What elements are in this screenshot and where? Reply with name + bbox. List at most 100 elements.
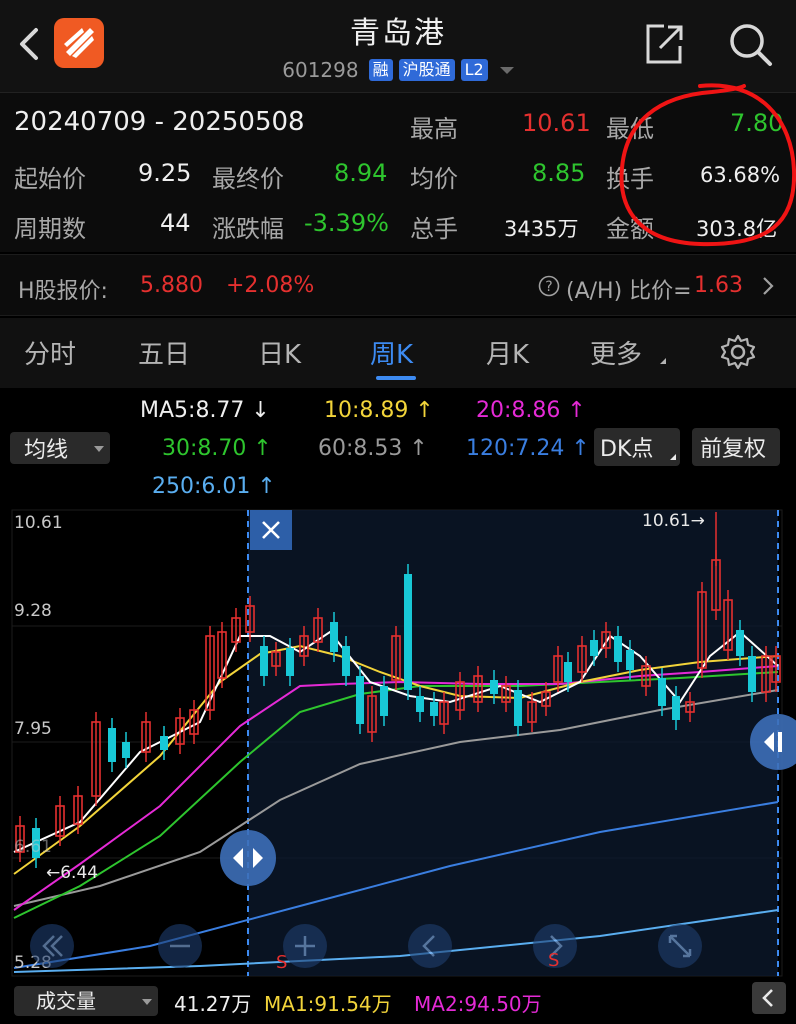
back-arrow-icon[interactable] <box>408 924 452 968</box>
sell-marker: S <box>548 950 559 971</box>
date-range: 20240709 - 20250508 <box>14 107 305 137</box>
turnover-label: 换手 <box>606 165 654 193</box>
tab-five-day[interactable]: 五日 <box>138 334 190 371</box>
stats-panel: 20240709 - 20250508 最高 10.61 最低 7.80 起始价… <box>0 92 796 252</box>
sell-marker: S <box>276 952 287 973</box>
tab-more[interactable]: 更多 <box>590 334 642 371</box>
y-label-mid2: 7.95 <box>14 719 52 739</box>
ah-ratio-label: (A/H) 比价= <box>566 279 692 304</box>
periods-value: 44 <box>160 209 191 237</box>
turnover-value: 63.68% <box>700 163 781 187</box>
ah-ratio-value: 1.63 <box>694 273 743 298</box>
chevron-down-icon <box>142 999 152 1005</box>
amount-value: 303.8亿 <box>696 217 778 241</box>
periods-label: 周期数 <box>14 215 86 243</box>
high-value: 10.61 <box>522 109 591 137</box>
tag-margin[interactable]: 融 <box>368 59 393 81</box>
close-value: 8.94 <box>334 159 388 187</box>
dk-caret-icon <box>670 454 676 460</box>
tab-daily-k[interactable]: 日K <box>258 334 301 371</box>
volume-value: 3435万 <box>504 217 579 241</box>
rewind-icon[interactable] <box>30 924 74 968</box>
left-drag-handle[interactable] <box>220 830 276 886</box>
candlestick <box>404 564 412 700</box>
ma120-label: 120:7.24 ↑ <box>466 436 590 461</box>
volume-ma2: MA2:94.50万 <box>414 992 542 1016</box>
search-icon[interactable] <box>726 20 774 68</box>
change-label: 涨跌幅 <box>212 215 284 243</box>
candlestick <box>73 786 83 834</box>
volume-selector-label: 成交量 <box>36 989 96 1013</box>
h-share-price: 5.880 <box>140 273 203 298</box>
kline-svg[interactable]: 10.61 9.28 7.95 6.61 5.28 10.61→ ←6.44 S… <box>0 506 796 980</box>
expand-icon[interactable] <box>658 924 702 968</box>
y-label-partial: 6.61 <box>14 837 52 857</box>
chevron-left-icon <box>762 989 773 1007</box>
y-label-mid1: 9.28 <box>14 601 52 621</box>
avg-label: 均价 <box>410 165 458 193</box>
candlestick <box>217 622 227 688</box>
ma-selector-label: 均线 <box>24 438 69 463</box>
dk-point-button[interactable]: DK点 <box>594 428 680 466</box>
candlestick <box>122 732 130 768</box>
gear-icon[interactable] <box>718 332 758 372</box>
period-tabs: 分时 五日 日K 周K 月K 更多 <box>0 318 796 388</box>
ma-legend: MA5:8.77 ↓ 10:8.89 ↑ 20:8.86 ↑ 均线 30:8.7… <box>0 388 796 504</box>
chevron-right-icon[interactable] <box>760 275 776 297</box>
stock-code: 601298 <box>282 58 359 82</box>
handle-circle <box>220 830 276 886</box>
candlestick <box>189 700 199 744</box>
tab-weekly-k[interactable]: 周K <box>370 334 413 371</box>
tag-l2[interactable]: L2 <box>460 59 488 81</box>
tag-connect[interactable]: 沪股通 <box>398 59 455 81</box>
close-label: 最终价 <box>212 165 284 193</box>
ma10-label: 10:8.89 ↑ <box>324 398 434 423</box>
ma30-label: 30:8.70 ↑ <box>162 436 272 461</box>
dk-point-label: DK点 <box>600 437 654 462</box>
candlestick <box>231 608 241 652</box>
collapse-button[interactable] <box>752 982 786 1014</box>
min-marker: ←6.44 <box>46 863 98 883</box>
zoom-in-icon[interactable] <box>283 924 327 968</box>
tab-active-indicator <box>376 376 416 380</box>
candlestick <box>141 712 151 762</box>
ma-selector[interactable]: 均线 <box>10 432 110 464</box>
volume-label: 总手 <box>410 215 458 243</box>
change-value: -3.39% <box>304 209 389 237</box>
max-marker: 10.61→ <box>642 511 705 531</box>
tab-intraday[interactable]: 分时 <box>24 334 76 371</box>
h-share-row[interactable]: H股报价: 5.880 +2.08% ? (A/H) 比价= 1.63 <box>0 254 796 316</box>
ma250-label: 250:6.01 ↑ <box>152 474 276 499</box>
open-label: 起始价 <box>14 165 86 193</box>
volume-selector[interactable]: 成交量 <box>14 986 158 1016</box>
ma5-label: MA5:8.77 ↓ <box>140 398 270 423</box>
amount-label: 金额 <box>606 215 654 243</box>
high-label: 最高 <box>410 115 458 143</box>
adjust-button[interactable]: 前复权 <box>692 428 780 466</box>
svg-text:?: ? <box>545 279 552 295</box>
y-label-top: 10.61 <box>14 513 63 533</box>
chevron-down-icon <box>94 446 104 452</box>
candlestick <box>91 712 101 806</box>
drag-bar-icon <box>778 732 782 752</box>
low-value: 7.80 <box>730 109 784 137</box>
h-share-change: +2.08% <box>226 273 315 298</box>
selection-region <box>248 510 778 976</box>
tab-monthly-k[interactable]: 月K <box>486 334 529 371</box>
zoom-out-icon[interactable] <box>158 924 202 968</box>
open-value: 9.25 <box>138 159 192 187</box>
candlestick <box>108 718 116 772</box>
close-selection-button[interactable] <box>250 510 292 550</box>
candlestick <box>356 666 364 734</box>
volume-row: 成交量 41.27万 MA1:91.54万 MA2:94.50万 <box>0 982 796 1024</box>
help-icon[interactable]: ? <box>538 275 560 297</box>
more-caret-icon <box>660 358 666 364</box>
h-share-label: H股报价: <box>18 279 108 304</box>
avg-value: 8.85 <box>532 159 586 187</box>
low-label: 最低 <box>606 115 654 143</box>
header: 青岛港 601298 融 沪股通 L2 <box>0 0 796 92</box>
share-icon[interactable] <box>640 20 688 68</box>
chevron-down-icon[interactable] <box>499 66 514 74</box>
ma60-label: 60:8.53 ↑ <box>318 436 428 461</box>
kline-chart[interactable]: 10.61 9.28 7.95 6.61 5.28 10.61→ ←6.44 S… <box>0 506 796 980</box>
